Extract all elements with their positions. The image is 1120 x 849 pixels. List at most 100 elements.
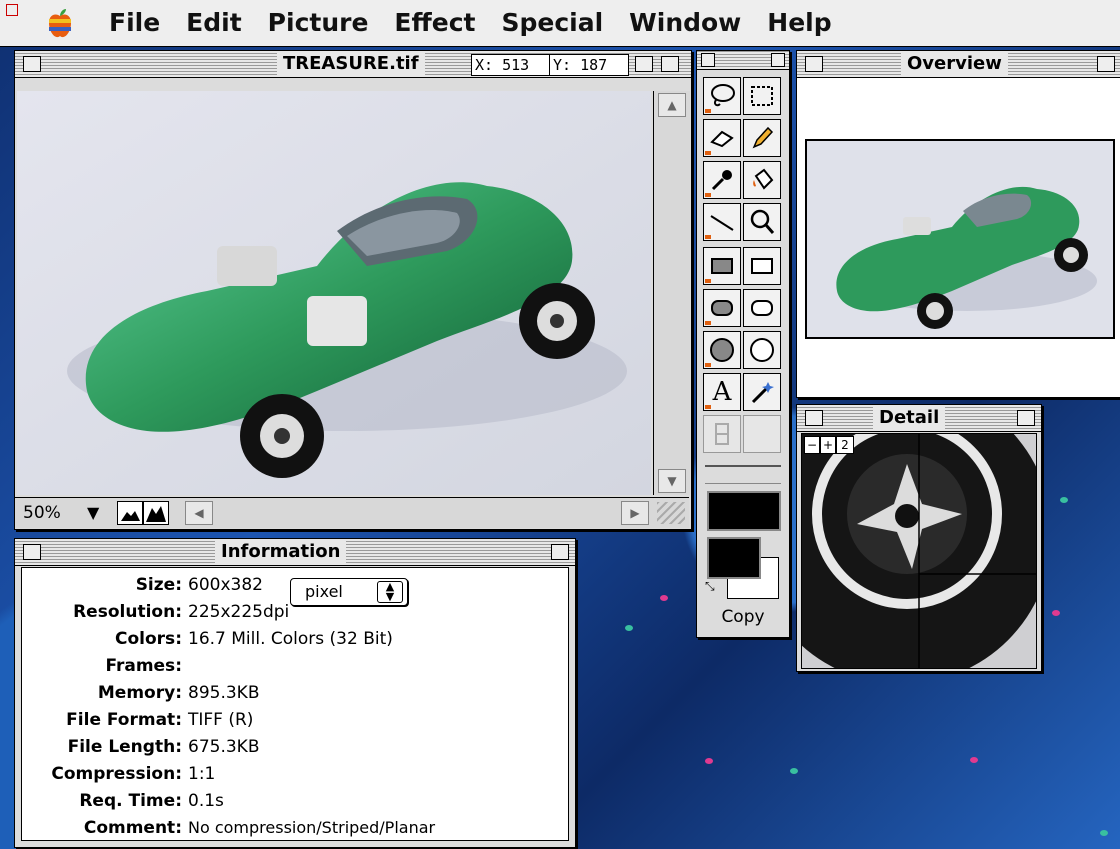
info-label: Frames:	[105, 656, 182, 676]
eraser-icon[interactable]	[703, 119, 741, 157]
toolbox-palette: A ⤡ Copy	[696, 50, 790, 638]
info-label: File Format:	[66, 710, 182, 730]
info-label: File Length:	[67, 737, 182, 757]
detail-magnified-view[interactable]: − + 2	[801, 433, 1037, 669]
pencil-icon[interactable]	[743, 119, 781, 157]
image-window-title: TREASURE.tif	[277, 53, 425, 75]
mode-label[interactable]: Copy	[697, 607, 789, 627]
popup-arrows-icon: ▲ ▼	[377, 581, 403, 603]
info-value-req-time: 0.1s	[188, 791, 224, 811]
marquee-icon[interactable]	[743, 77, 781, 115]
info-row-frames: Frames:	[22, 653, 182, 679]
lasso-icon[interactable]	[703, 77, 741, 115]
overview-title: Overview	[901, 53, 1008, 75]
filled-rounded-rect-icon[interactable]	[703, 289, 741, 327]
info-label: Colors:	[115, 629, 182, 649]
text-tool-glyph: A	[712, 377, 732, 407]
foreground-color-swatch[interactable]	[707, 537, 761, 579]
rect-icon[interactable]	[743, 247, 781, 285]
main-image-canvas[interactable]	[17, 91, 651, 495]
info-value-memory: 895.3KB	[188, 683, 260, 703]
unit-popup-menu[interactable]: pixel ▲ ▼	[290, 578, 408, 606]
text-icon[interactable]: A	[703, 373, 741, 411]
info-label: Compression:	[51, 764, 182, 784]
resize-grip-icon[interactable]	[657, 502, 685, 524]
info-row-memory: Memory:	[22, 680, 182, 706]
info-value-comment: No compression/Striped/Planar	[188, 818, 436, 837]
info-row-size: Size:	[22, 572, 182, 598]
info-value-colors: 16.7 Mill. Colors (32 Bit)	[188, 629, 393, 649]
overview-close-box-icon[interactable]	[805, 56, 823, 72]
corner-mark	[6, 4, 18, 16]
scroll-right-arrow-icon[interactable]: ▶	[621, 501, 649, 525]
overview-collapse-box-icon[interactable]	[1097, 56, 1115, 72]
scroll-left-arrow-icon[interactable]: ◀	[185, 501, 213, 525]
filled-rect-icon[interactable]	[703, 247, 741, 285]
line-width-selector[interactable]	[705, 465, 781, 484]
menu-edit[interactable]: Edit	[173, 0, 255, 46]
information-panel: Size: 600x382 Resolution: 225x225dpi Col…	[21, 567, 569, 841]
detail-title: Detail	[873, 407, 946, 429]
paint-bucket-icon[interactable]	[743, 161, 781, 199]
info-row-req-time: Req. Time:	[22, 788, 182, 814]
info-label: Resolution:	[73, 602, 182, 622]
image-bottom-bar: 50% ▼ ◀ ▶	[15, 497, 689, 528]
info-close-box-icon[interactable]	[23, 544, 41, 560]
zoom-in-mountain-icon[interactable]	[143, 501, 169, 525]
oval-icon[interactable]	[743, 331, 781, 369]
detail-collapse-box-icon[interactable]	[1017, 410, 1035, 426]
menu-file[interactable]: File	[96, 0, 173, 46]
info-value-size: 600x382	[188, 575, 263, 595]
zoom-popup-arrow-icon[interactable]: ▼	[87, 502, 99, 524]
eyedropper-icon[interactable]	[703, 161, 741, 199]
info-row-resolution: Resolution:	[22, 599, 182, 625]
menu-special[interactable]: Special	[488, 0, 616, 46]
info-collapse-box-icon[interactable]	[551, 544, 569, 560]
scroll-up-arrow-icon[interactable]: ▲	[658, 93, 686, 117]
info-value-file-format: TIFF (R)	[188, 710, 254, 730]
overview-thumbnail[interactable]	[805, 139, 1115, 339]
menu-effect[interactable]: Effect	[381, 0, 488, 46]
info-row-file-length: File Length:	[22, 734, 182, 760]
zoom-in-button[interactable]: +	[820, 436, 836, 454]
info-row-comment: Comment:	[22, 815, 182, 841]
zoom-out-button[interactable]: −	[804, 436, 820, 454]
x-coordinate-readout: X: 513	[471, 54, 551, 76]
menu-picture[interactable]: Picture	[255, 0, 382, 46]
detail-close-box-icon[interactable]	[805, 410, 823, 426]
magic-wand-icon[interactable]	[743, 373, 781, 411]
detail-zoom-level: 2	[836, 436, 854, 454]
menu-window[interactable]: Window	[616, 0, 754, 46]
info-value-compression: 1:1	[188, 764, 216, 784]
zoom-out-mountain-icon[interactable]	[117, 501, 143, 525]
car-thumbnail-image	[807, 141, 1113, 337]
disabled-tool-slot	[703, 415, 741, 453]
close-box-icon[interactable]	[23, 56, 41, 72]
info-value-resolution: 225x225dpi	[188, 602, 290, 622]
magnifier-icon[interactable]	[743, 203, 781, 241]
rounded-rect-icon[interactable]	[743, 289, 781, 327]
toolbox-collapse-box-icon[interactable]	[771, 53, 785, 67]
swap-colors-icon[interactable]: ⤡	[705, 579, 715, 594]
car-image	[17, 91, 651, 495]
menu-help[interactable]: Help	[754, 0, 844, 46]
filled-oval-icon[interactable]	[703, 331, 741, 369]
pattern-swatch[interactable]	[707, 491, 781, 531]
zoom-box-icon[interactable]	[661, 56, 679, 72]
info-label: Size:	[135, 575, 182, 595]
info-label: Comment:	[83, 818, 182, 838]
collapse-box-icon[interactable]	[635, 56, 653, 72]
unit-popup-label: pixel	[305, 582, 343, 601]
image-window: TREASURE.tif X: 513 Y: 187 ▲ ▼ 50% ▼ ◀ ▶	[14, 50, 692, 530]
scroll-down-arrow-icon[interactable]: ▼	[658, 469, 686, 493]
apple-menu-icon[interactable]	[40, 3, 80, 43]
toolbox-close-box-icon[interactable]	[701, 53, 715, 67]
menu-bar: File Edit Picture Effect Special Window …	[0, 0, 1120, 47]
empty-tool-slot	[743, 415, 781, 453]
info-label: Memory:	[97, 683, 182, 703]
info-value-file-length: 675.3KB	[188, 737, 260, 757]
overview-window: Overview	[796, 50, 1120, 398]
vertical-scrollbar[interactable]: ▲ ▼	[653, 91, 690, 495]
line-icon[interactable]	[703, 203, 741, 241]
zoom-level[interactable]: 50%	[23, 502, 61, 524]
